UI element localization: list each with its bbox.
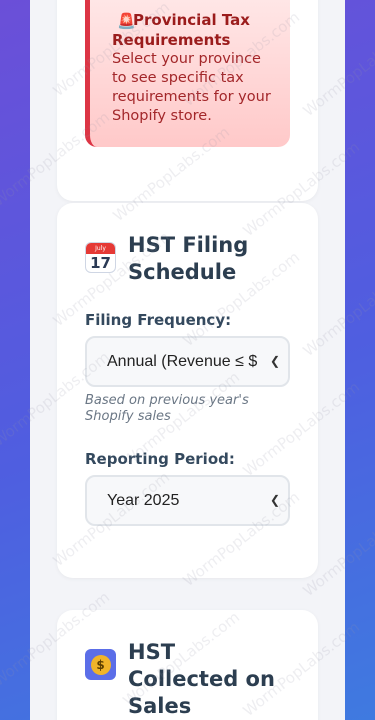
calendar-month: July bbox=[86, 243, 115, 254]
calendar-icon: July 17 bbox=[85, 242, 116, 273]
hst-filing-schedule-title: HST Filing Schedule bbox=[128, 233, 249, 284]
hst-collected-title: HST Collected on Sales bbox=[128, 640, 275, 718]
reporting-period-value: Year 2025 bbox=[107, 492, 180, 509]
chevron-down-icon: ❮ bbox=[269, 354, 280, 368]
calendar-day: 17 bbox=[90, 254, 111, 272]
reporting-period-label: Reporting Period: bbox=[85, 450, 235, 468]
filing-frequency-label: Filing Frequency: bbox=[85, 311, 232, 329]
chevron-down-icon: ❮ bbox=[269, 493, 280, 507]
reporting-period-select[interactable]: Year 2025 ❮ bbox=[85, 475, 290, 526]
siren-icon: 🚨 bbox=[117, 12, 136, 30]
alert-body: Select your province to see specific tax… bbox=[112, 51, 271, 124]
filing-frequency-value: Annual (Revenue ≤ $ bbox=[107, 353, 258, 370]
alert-title: Provincial Tax Requirements bbox=[112, 11, 250, 49]
money-bag-icon: $ bbox=[85, 649, 116, 680]
provincial-tax-alert: 🚨 Provincial Tax Requirements Select you… bbox=[85, 0, 290, 147]
filing-frequency-select[interactable]: Annual (Revenue ≤ $ ❮ bbox=[85, 336, 290, 387]
filing-frequency-hint: Based on previous year's Shopify sales bbox=[85, 393, 249, 424]
